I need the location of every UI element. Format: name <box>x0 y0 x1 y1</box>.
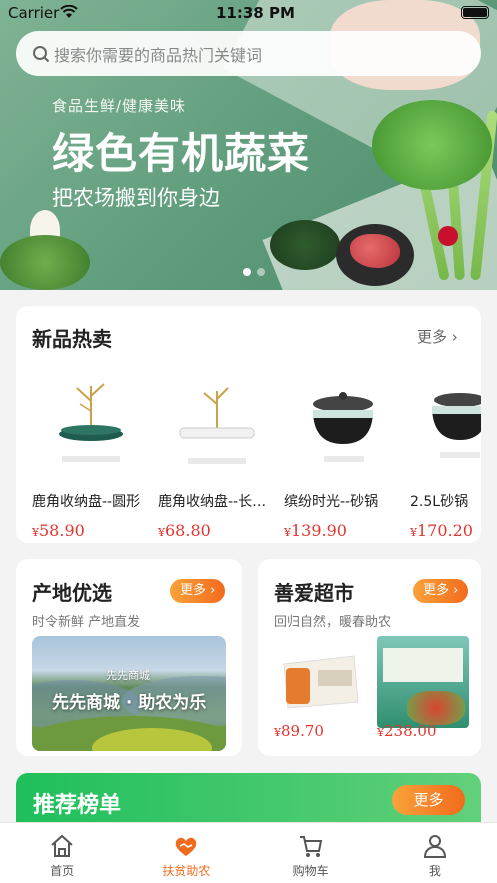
section-subtitle: 回归自然，暖春助农 <box>274 615 392 630</box>
search-icon <box>33 45 50 62</box>
currency-symbol: ¥ <box>284 526 291 539</box>
tab-profile[interactable]: 我 <box>373 823 497 883</box>
product-image <box>158 366 276 476</box>
search-placeholder: 搜索你需要的商品热门关键词 <box>54 45 263 65</box>
home-icon <box>51 834 73 857</box>
price-value: 89.70 <box>281 722 324 740</box>
price-value: 58.90 <box>39 521 85 540</box>
section-title: 推荐榜单 <box>33 793 122 818</box>
status-bar: Carrier 11:38 PM <box>0 0 497 26</box>
price-value: 68.80 <box>165 521 211 540</box>
section-title: 产地优选 <box>32 581 112 605</box>
wifi-icon <box>60 5 78 18</box>
clock: 11:38 PM <box>216 4 295 22</box>
product-card[interactable]: 鹿角收纳盘--长方形 ¥68.80 <box>158 366 276 540</box>
carrier-label: Carrier <box>8 4 60 22</box>
market-item[interactable]: ¥238.00 <box>377 636 469 744</box>
battery-icon <box>461 6 489 19</box>
product-image <box>284 366 402 476</box>
herb-image <box>270 220 340 270</box>
search-bar[interactable]: 搜索你需要的商品热门关键词 <box>16 31 481 76</box>
new-products-section: 新品热卖 更多 › 鹿角收纳盘--圆形 ¥58.90 鹿角收纳盘--长方形 ¥6… <box>16 306 481 543</box>
product-name: 鹿角收纳盘--长方形 <box>158 494 276 510</box>
currency-symbol: ¥ <box>410 526 417 539</box>
tab-label: 我 <box>428 864 441 878</box>
leaf-image <box>0 235 90 290</box>
tab-charity[interactable]: 扶贫助农 <box>124 823 248 883</box>
carousel-dot[interactable] <box>243 268 251 276</box>
price-value: 139.90 <box>291 521 347 540</box>
price-value: 170.20 <box>417 521 473 540</box>
product-price: ¥238.00 <box>377 722 437 740</box>
more-button[interactable]: 更多 › <box>170 579 226 603</box>
tab-label: 购物车 <box>292 864 329 878</box>
product-card[interactable]: 缤纷时光--砂锅 ¥139.90 <box>284 366 402 540</box>
more-button[interactable]: 更多 <box>392 785 465 815</box>
tab-label: 首页 <box>50 864 75 878</box>
banner-subtitle: 食品生鲜/健康美味 <box>52 97 187 115</box>
currency-symbol: ¥ <box>377 726 384 739</box>
tab-cart[interactable]: 购物车 <box>249 823 373 883</box>
market-item[interactable]: ¥89.70 <box>274 644 364 744</box>
product-price: ¥139.90 <box>284 521 347 540</box>
currency-symbol: ¥ <box>274 726 281 739</box>
tab-bar: 首页 扶贫助农 购物车 我 <box>0 822 497 883</box>
more-button[interactable]: 更多 › <box>413 579 469 603</box>
section-subtitle: 时令新鲜 产地直发 <box>32 615 141 630</box>
tab-label: 扶贫助农 <box>162 864 211 878</box>
more-link[interactable]: 更多 › <box>417 326 458 347</box>
origin-section[interactable]: 产地优选 更多 › 时令新鲜 产地直发 先先商城 先先商城 · 助农为乐 <box>16 559 242 756</box>
product-image <box>410 366 481 476</box>
section-title: 善爱超市 <box>274 581 354 605</box>
product-price: ¥58.90 <box>32 521 85 540</box>
product-price: ¥170.20 <box>410 521 473 540</box>
cart-icon <box>299 836 322 857</box>
banner-tagline: 把农场搬到你身边 <box>52 186 220 210</box>
product-price: ¥89.70 <box>274 722 324 740</box>
carousel-dot[interactable] <box>257 268 265 276</box>
product-card[interactable]: 鹿角收纳盘--圆形 ¥58.90 <box>32 366 150 540</box>
product-image <box>32 366 150 476</box>
section-title: 新品热卖 <box>32 327 112 351</box>
product-name: 缤纷时光--砂锅 <box>284 494 379 510</box>
product-price: ¥68.80 <box>158 521 211 540</box>
charity-market-section[interactable]: 善爱超市 更多 › 回归自然，暖春助农 ¥89.70 ¥238.00 <box>258 559 481 756</box>
product-name: 2.5L砂锅 <box>410 494 469 510</box>
celery-leaves-image <box>372 100 492 190</box>
currency-symbol: ¥ <box>158 526 165 539</box>
photo-brand: 先先商城 <box>106 669 150 682</box>
product-image <box>283 655 359 709</box>
product-name: 鹿角收纳盘--圆形 <box>32 494 141 510</box>
product-card[interactable]: 2.5L砂锅 ¥170.20 <box>410 366 481 540</box>
price-value: 238.00 <box>384 722 437 740</box>
charity-icon <box>176 837 197 856</box>
product-image <box>377 636 469 728</box>
profile-icon <box>423 835 446 858</box>
currency-symbol: ¥ <box>32 526 39 539</box>
tab-home[interactable]: 首页 <box>0 823 124 883</box>
cherry-image <box>438 226 458 246</box>
banner-title: 绿色有机蔬菜 <box>52 129 311 178</box>
photo-caption: 先先商城 · 助农为乐 <box>52 693 207 713</box>
farm-photo[interactable]: 先先商城 先先商城 · 助农为乐 <box>32 636 226 751</box>
carousel-dots[interactable] <box>243 268 265 276</box>
